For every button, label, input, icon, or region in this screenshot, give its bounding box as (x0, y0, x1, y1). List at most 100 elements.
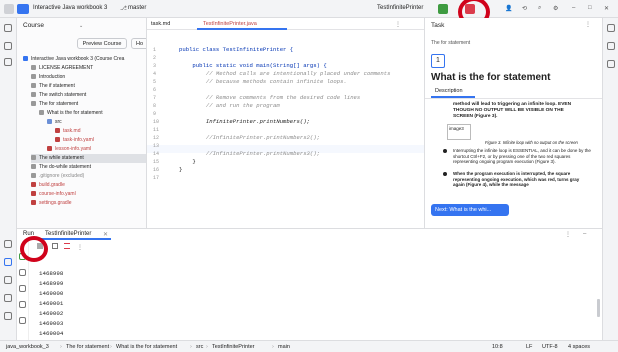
chevron-right-icon: › (206, 344, 208, 350)
breadcrumb-item[interactable]: What is the for statement (116, 344, 177, 350)
scroll-end-icon[interactable] (19, 285, 26, 292)
chevron-right-icon: › (190, 344, 192, 350)
notifications-icon[interactable] (607, 24, 615, 32)
maximize-icon[interactable]: □ (588, 5, 592, 11)
tree-item[interactable]: The while statement (31, 154, 146, 163)
tree-item[interactable]: task.md (55, 127, 81, 136)
git-icon[interactable] (4, 312, 12, 320)
share-icon[interactable]: ⟲ (522, 5, 527, 12)
course-panel: Course ⌄ Preview Course Ho Interactive J… (17, 18, 147, 228)
add-user-icon[interactable]: 👤 (505, 5, 512, 12)
project-icon (17, 4, 29, 14)
tree-item[interactable]: lesson-info.yaml (47, 145, 91, 154)
search-icon[interactable]: ⌕ (538, 5, 541, 12)
run-tab[interactable]: TestInfinitePrinter (45, 231, 91, 237)
branch-icon: ⎇ (120, 6, 127, 12)
code-text[interactable]: public class TestInfinitePrinter { publi… (179, 38, 390, 174)
tree-item[interactable]: The for statement (31, 100, 78, 109)
chevron-right-icon: › (60, 344, 62, 350)
breadcrumb-item[interactable]: The for statement (66, 344, 109, 350)
branch-name[interactable]: master (128, 5, 146, 11)
code-editor: task.md TestInfinitePrinter.java ⋮ 1 2 3… (147, 18, 425, 228)
gear-icon[interactable]: ⚙ (553, 5, 558, 12)
more-icon[interactable]: ⋮ (585, 21, 591, 28)
right-tool-strip (602, 18, 618, 340)
close-tab-icon[interactable]: ✕ (103, 231, 108, 238)
indent-setting[interactable]: 4 spaces (568, 344, 590, 350)
tree-item[interactable]: Introduction (31, 73, 65, 82)
services-icon[interactable] (4, 294, 12, 302)
wrap-icon[interactable] (19, 269, 26, 276)
task-header: Task (431, 22, 445, 29)
tree-item[interactable]: course-info.yaml (31, 190, 76, 199)
gradle-icon[interactable] (607, 60, 615, 68)
tree-item[interactable]: The if statement (31, 82, 75, 91)
trash-icon[interactable] (19, 317, 26, 324)
file-encoding[interactable]: UTF-8 (542, 344, 558, 350)
caret-position[interactable]: 10:8 (492, 344, 503, 350)
breadcrumb-item[interactable]: java_workbook_3 (6, 344, 49, 350)
folder-icon[interactable] (4, 24, 12, 32)
chevron-down-icon[interactable]: ⌄ (79, 23, 83, 29)
run-config[interactable]: TestInfinitePrinter (377, 5, 423, 11)
chevron-right-icon: › (110, 344, 112, 350)
minimize-icon[interactable]: – (572, 5, 575, 11)
close-icon[interactable]: ✕ (604, 5, 609, 12)
run-panel: Run TestInfinitePrinter ✕ ⋮ – ⋮ 1468998 … (17, 228, 602, 347)
left-tool-strip (0, 18, 17, 340)
console-output[interactable]: 1468998 1468999 1469000 1469001 1469002 … (39, 259, 63, 349)
status-bar: java_workbook_3 › The for statement › Wh… (0, 340, 618, 352)
main-menu-icon[interactable] (4, 4, 14, 14)
tree-item[interactable]: The do-while statement (31, 163, 91, 172)
bullet-icon (443, 172, 447, 176)
tab-description[interactable]: Description (435, 88, 463, 94)
tree-item[interactable]: The switch statement (31, 91, 86, 100)
print-icon[interactable] (19, 301, 26, 308)
image-placeholder: image3 (447, 124, 471, 140)
course-icon[interactable] (4, 42, 12, 50)
tree-item[interactable]: settings.gradle (31, 199, 72, 208)
active-run-tab (41, 238, 111, 240)
terminal-icon[interactable] (4, 240, 12, 248)
preview-course-button[interactable]: Preview Course (77, 38, 127, 49)
step-number[interactable]: 1 (431, 54, 445, 68)
task-panel: Task ⋮ The for statement 1 What is the f… (425, 18, 602, 228)
project-name[interactable]: Interactive Java workbook 3 (33, 5, 107, 11)
breadcrumb-item[interactable]: main (278, 344, 290, 350)
more-icon[interactable]: ⋮ (565, 231, 571, 238)
tree-item[interactable]: LICENSE AGREEMENT (31, 64, 93, 73)
tree-item[interactable]: .gitignore (excluded) (31, 172, 84, 181)
title-bar: Interactive Java workbook 3 ⎇ master Tes… (0, 0, 618, 18)
course-title[interactable]: Course (23, 22, 44, 29)
next-button[interactable]: Next: What is the whi... (431, 204, 509, 216)
bullet-text: When the program execution is interrupte… (453, 171, 580, 188)
home-button[interactable]: Ho (131, 38, 146, 49)
line-separator[interactable]: LF (526, 344, 532, 350)
exit-icon[interactable] (64, 243, 70, 249)
scrollbar[interactable] (597, 299, 600, 317)
chevron-right-icon: › (272, 344, 274, 350)
tree-item[interactable]: src (47, 118, 62, 127)
tree-item[interactable]: What is the for statement (39, 109, 103, 118)
bullet-icon (443, 149, 447, 153)
problems-icon[interactable] (4, 276, 12, 284)
tree-item[interactable]: task-info.yaml (55, 136, 94, 145)
breadcrumb-item[interactable]: src (196, 344, 203, 350)
more-icon[interactable]: ⋮ (77, 244, 83, 251)
task-text: method will lead to triggering an infini… (453, 102, 572, 119)
minimize-panel-icon[interactable]: – (583, 231, 586, 237)
database-icon[interactable] (607, 42, 615, 50)
breadcrumb-item[interactable]: TestInfinitePrinter (212, 344, 255, 350)
tree-item[interactable]: build.gradle (31, 181, 65, 190)
more-tabs-icon[interactable]: ⋮ (395, 21, 401, 28)
tree-item[interactable]: Interactive Java workbook 3 (Course Crea (23, 55, 124, 64)
run-tool-icon[interactable] (4, 258, 12, 266)
tab-test-infinite-printer[interactable]: TestInfinitePrinter.java (203, 21, 257, 27)
more-icon[interactable] (4, 58, 12, 66)
rerun-icon[interactable] (438, 4, 448, 14)
divider (425, 98, 602, 99)
tab-task-md[interactable]: task.md (151, 21, 170, 27)
active-tab-indicator (197, 28, 287, 30)
line-gutter: 1 2 3 4 5 6 7 8 9 10 11 12 13 14 15 16 1… (153, 47, 160, 181)
camera-icon[interactable] (52, 243, 58, 249)
